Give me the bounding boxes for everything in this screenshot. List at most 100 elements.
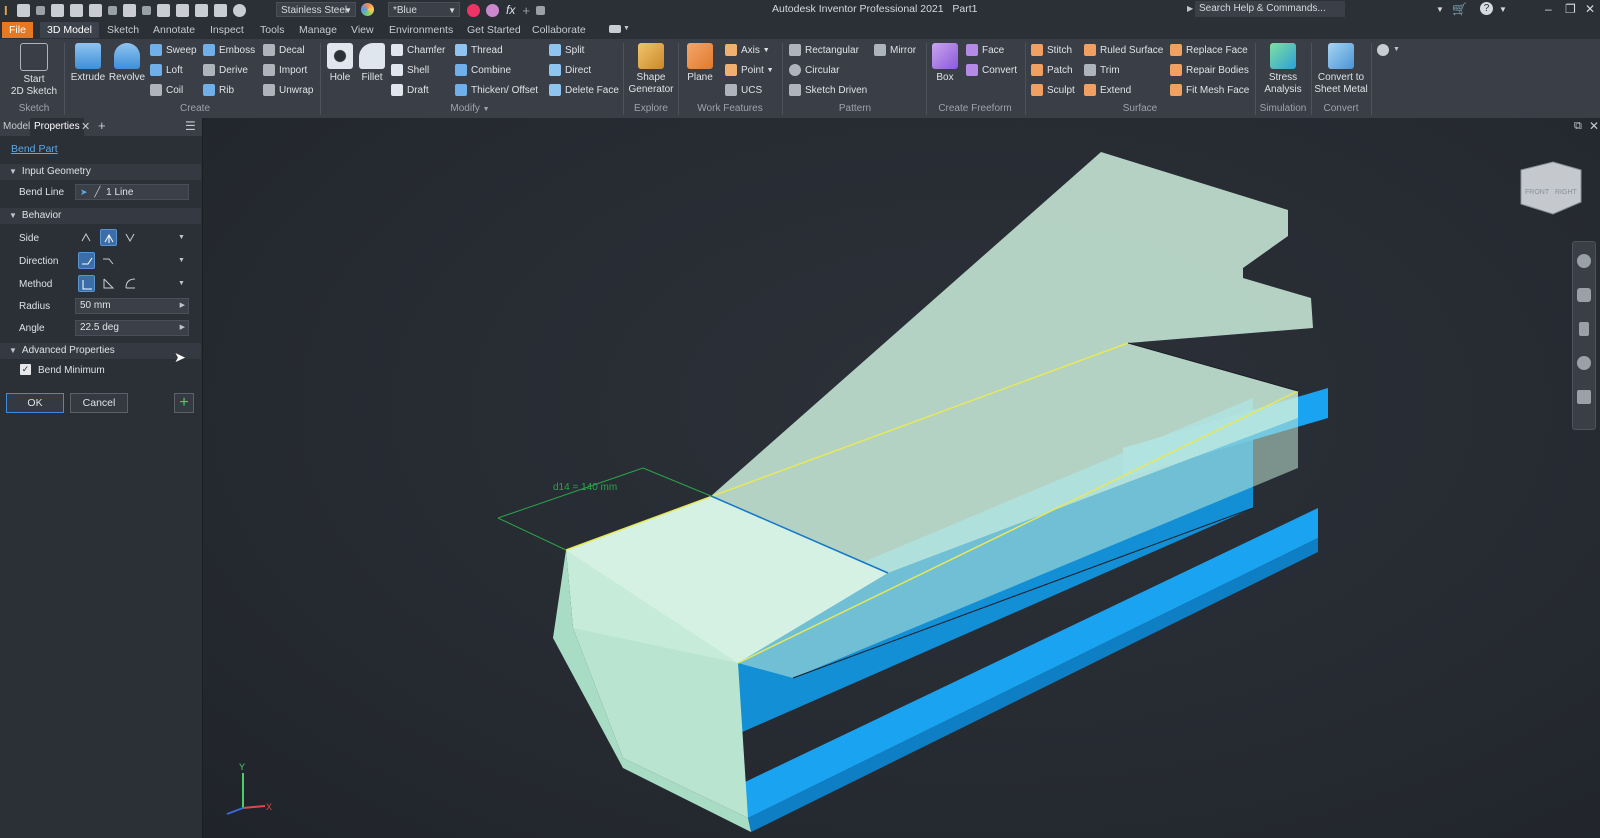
replace-face-button[interactable]: Replace Face [1170,44,1248,56]
method-option-2[interactable] [100,275,117,292]
menu-icon[interactable]: ☰ [185,119,196,133]
tab-inspect[interactable]: Inspect [203,22,251,38]
circular-pattern-button[interactable]: Circular [789,64,839,76]
chevron-down-icon[interactable]: ▼ [178,257,185,264]
trim-button[interactable]: Trim [1084,64,1120,76]
thread-button[interactable]: Thread [455,44,503,56]
method-option-3[interactable] [122,275,139,292]
revolve-button[interactable]: Revolve [107,43,147,84]
chevron-down-icon[interactable]: ▼ [1436,5,1444,14]
zoom-icon[interactable] [1579,322,1589,336]
tab-model[interactable]: Model [3,118,30,136]
graphics-viewport[interactable]: d14 = 140 mm Y X FRONT RIGHT ⧉ ✕ [203,118,1600,838]
sculpt-button[interactable]: Sculpt [1031,84,1075,96]
convert-sheet-metal-button[interactable]: Convert to Sheet Metal [1313,43,1369,96]
group-label-modify[interactable]: Modify ▼ [440,103,500,114]
repair-bodies-button[interactable]: Repair Bodies [1170,64,1249,76]
mirror-button[interactable]: Mirror [874,44,916,56]
redo-icon[interactable] [122,3,136,17]
chevron-down-icon[interactable]: ▼ [623,25,630,32]
adjust-appearance-icon[interactable] [467,3,480,17]
appearance-select[interactable]: *Blue ▼ [388,2,460,17]
shell-button[interactable]: Shell [391,64,429,76]
chevron-down-icon[interactable]: ▼ [178,280,185,287]
side-option-1[interactable] [78,229,95,246]
tab-sketch[interactable]: Sketch [100,22,146,38]
new-file-icon[interactable] [16,3,30,17]
extend-button[interactable]: Extend [1084,84,1131,96]
radius-input[interactable]: 50 mm ▶ [75,298,189,314]
face-button[interactable]: Face [966,44,1004,56]
material-clear-icon[interactable] [232,3,246,17]
convert-freeform-button[interactable]: Convert [966,64,1017,76]
ucs-button[interactable]: UCS [725,84,762,96]
search-help-input[interactable]: Search Help & Commands... [1195,1,1345,17]
viewcube-right[interactable]: RIGHT [1555,189,1578,196]
emboss-button[interactable]: Emboss [203,44,255,56]
chevron-right-icon[interactable]: ▶ [1187,4,1193,13]
dimension-label[interactable]: d14 = 140 mm [553,482,617,493]
bend-minimum-checkbox[interactable]: ✓ [20,364,31,375]
model-canvas[interactable]: d14 = 140 mm Y X FRONT RIGHT [203,118,1600,838]
close-viewport-icon[interactable]: ✕ [1589,119,1599,133]
material-select[interactable]: Stainless Steel ▼ [276,2,356,17]
fx-parameters-icon[interactable]: fx [506,3,515,17]
rib-button[interactable]: Rib [203,84,234,96]
viewcube-front[interactable]: FRONT [1525,189,1550,196]
tab-manage[interactable]: Manage [292,22,344,38]
direction-option-2[interactable] [100,252,117,269]
update-icon[interactable] [194,3,208,17]
sweep-button[interactable]: Sweep [150,44,197,56]
shape-generator-button[interactable]: Shape Generator [626,43,676,96]
tab-environments[interactable]: Environments [382,22,460,38]
thicken-offset-button[interactable]: Thicken/ Offset [455,84,538,96]
coil-button[interactable]: Coil [150,84,183,96]
axis-button[interactable]: Axis ▼ [725,44,770,56]
chevron-down-icon[interactable] [35,5,45,15]
sketch-driven-pattern-button[interactable]: Sketch Driven [789,84,867,96]
loft-button[interactable]: Loft [150,64,183,76]
direction-option-1[interactable] [78,252,95,269]
stitch-button[interactable]: Stitch [1031,44,1072,56]
tab-collaborate[interactable]: Collaborate [525,22,593,38]
tab-annotate[interactable]: Annotate [146,22,202,38]
cart-icon[interactable]: 🛒 [1452,2,1467,16]
patch-button[interactable]: Patch [1031,64,1073,76]
spinner-arrow-icon[interactable]: ▶ [180,299,185,313]
maximize-viewport-icon[interactable]: ⧉ [1574,120,1582,133]
select-filter-icon[interactable] [175,3,189,17]
section-behavior[interactable]: ▼ Behavior [0,208,201,224]
restore-icon[interactable]: ❐ [1565,2,1576,16]
close-tab-icon[interactable]: ✕ [81,120,90,133]
rectangular-pattern-button[interactable]: Rectangular [789,44,859,56]
orbit-icon[interactable] [1577,356,1591,370]
import-button[interactable]: Import [263,64,307,76]
direct-button[interactable]: Direct [549,64,591,76]
open-folder-icon[interactable] [50,3,64,17]
spinner-arrow-icon[interactable]: ▶ [180,321,185,335]
box-button[interactable]: Box [930,43,960,84]
help-icon[interactable]: ? [1480,2,1493,15]
delete-face-button[interactable]: Delete Face [549,84,619,96]
point-button[interactable]: Point ▼ [725,64,774,76]
chevron-down-icon[interactable] [107,5,117,15]
steering-wheel-icon[interactable] [1577,254,1591,268]
decal-button[interactable]: Decal [263,44,305,56]
draft-button[interactable]: Draft [391,84,429,96]
bend-line-selector[interactable]: ➤ ╱ 1 Line [75,184,189,200]
side-option-3[interactable] [122,229,139,246]
side-option-2[interactable] [100,229,117,246]
section-advanced-properties[interactable]: ▼ Advanced Properties [0,343,201,359]
tab-get-started[interactable]: Get Started [460,22,528,38]
chevron-down-icon[interactable] [141,5,151,15]
clear-appearance-icon[interactable] [486,3,499,17]
add-panel-icon[interactable] [1377,44,1389,56]
hole-button[interactable]: Hole [324,43,356,84]
save-icon[interactable] [69,3,83,17]
look-at-icon[interactable] [1577,390,1591,404]
home-icon[interactable] [156,3,170,17]
combine-button[interactable]: Combine [455,64,511,76]
unwrap-button[interactable]: Unwrap [263,84,313,96]
tab-tools[interactable]: Tools [253,22,292,38]
fillet-button[interactable]: Fillet [356,43,388,84]
